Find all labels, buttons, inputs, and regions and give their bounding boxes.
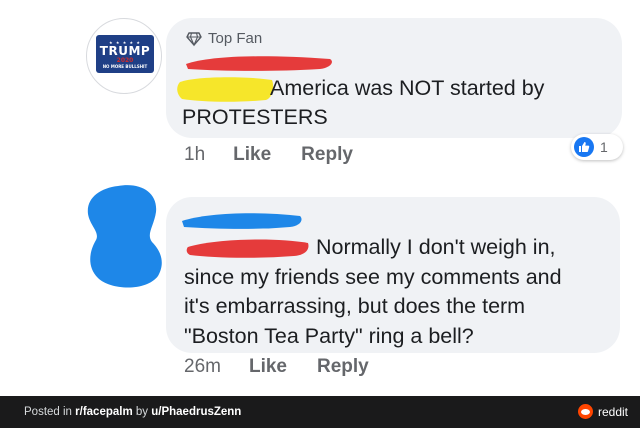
comment-text-line: since my friends see my comments and [184,264,562,289]
reaction-summary[interactable]: 1 [571,134,623,160]
diamond-icon [186,31,202,46]
top-fan-badge: Top Fan [186,30,262,47]
reddit-footer-bar: Posted in r/facepalm by u/PhaedrusZenn r… [0,396,640,428]
posted-prefix: Posted in [24,406,76,418]
comment-actions-1: 1h Like Reply [184,144,383,166]
top-fan-label: Top Fan [208,30,263,47]
redacted-author-name [186,56,332,71]
reply-button[interactable]: Reply [301,144,353,166]
redacted-author-name [182,213,302,229]
comment-text-line: PROTESTERS [182,105,328,129]
posted-by: by [132,406,152,418]
badge-name: TRUMP [99,43,151,58]
redacted-avatar [87,185,162,288]
redacted-text-highlight [177,77,274,102]
trump-2020-logo: ★ ★ ★ ★ ★ TRUMP 2020 NO MORE BULLSHIT [96,35,154,73]
comment-text-line: it's embarrassing, but does the term [184,294,526,318]
comment-timestamp[interactable]: 26m [184,356,221,378]
comment-thread: ★ ★ ★ ★ ★ TRUMP 2020 NO MORE BULLSHIT To… [0,0,640,396]
badge-slogan: NO MORE BULLSHIT [102,63,148,69]
reaction-count: 1 [600,139,608,155]
comment-bubble-2: Normally I don't weigh in, since my frie… [166,197,620,353]
like-button[interactable]: Like [249,356,287,378]
subreddit-link[interactable]: r/facepalm [75,406,133,418]
thumbs-up-icon [574,137,594,157]
comment-text-line: America was NOT started by [270,76,545,100]
reddit-logo-icon [577,404,593,419]
comment-timestamp[interactable]: 1h [184,144,205,166]
badge-year: 2020 [116,56,134,64]
user-link[interactable]: u/PhaedrusZenn [151,406,241,418]
comment-actions-2: 26m Like Reply [184,356,399,378]
comment-text-line: Normally I don't weigh in, [316,235,556,259]
like-button[interactable]: Like [233,144,271,166]
avatar-top-fan[interactable]: ★ ★ ★ ★ ★ TRUMP 2020 NO MORE BULLSHIT [86,18,162,94]
reddit-brand: reddit [577,404,628,419]
reply-button[interactable]: Reply [317,356,369,378]
comment-bubble-1: Top Fan America was NOT started by PROTE… [166,18,622,138]
comment-text-line: "Boston Tea Party" ring a bell? [184,323,474,348]
posted-in-text: Posted in r/facepalm by u/PhaedrusZenn [24,406,241,418]
reddit-brand-label: reddit [597,404,628,419]
comment-body: Normally I don't weigh in, since my frie… [184,233,614,351]
